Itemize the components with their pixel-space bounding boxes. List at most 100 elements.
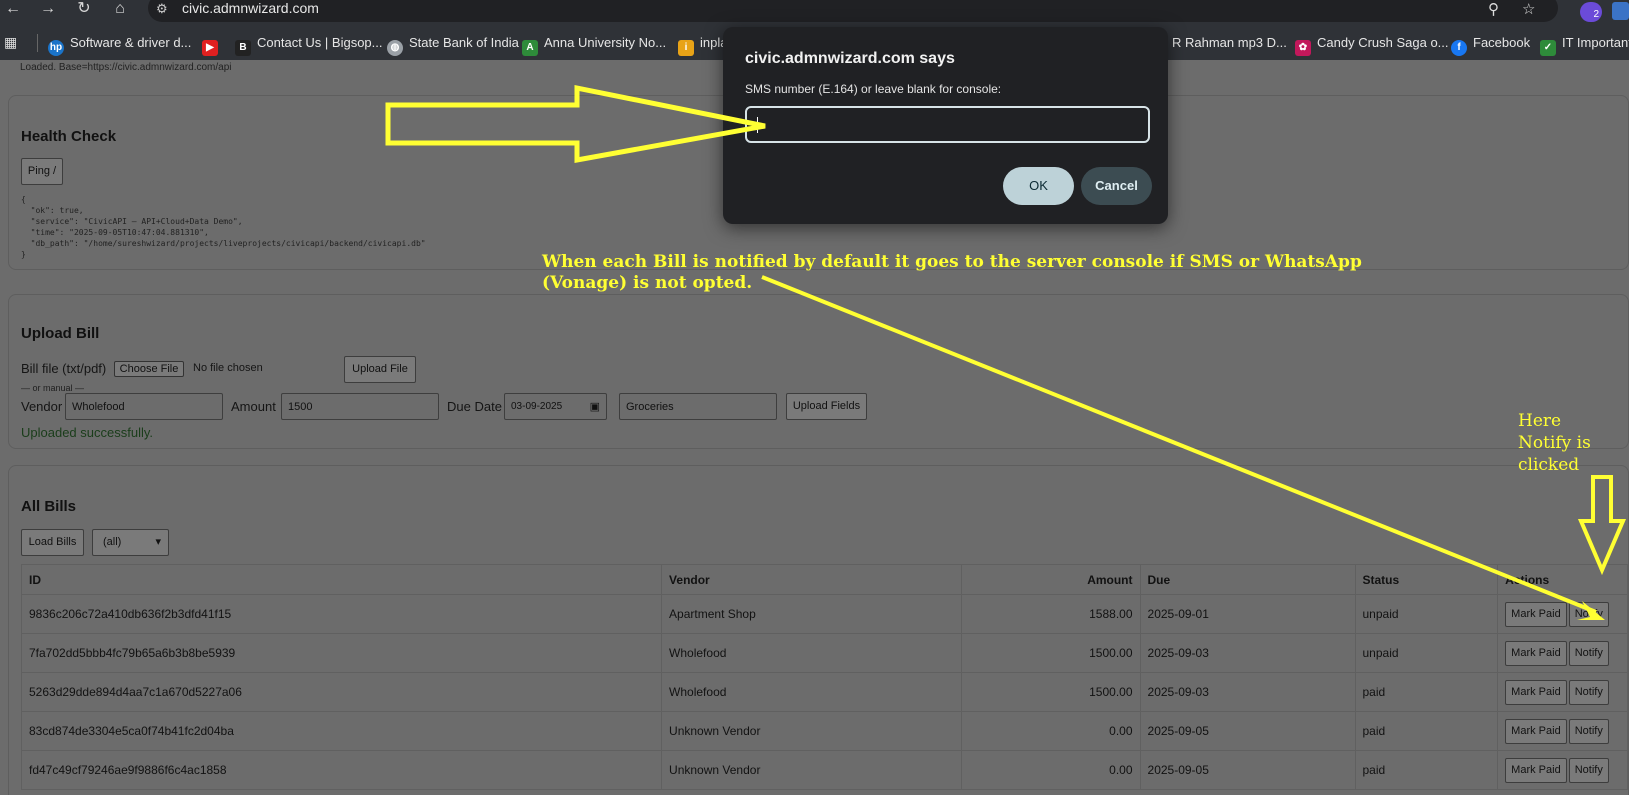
choose-file-button[interactable]: Choose File bbox=[114, 361, 184, 377]
facebook-icon: f bbox=[1451, 40, 1467, 56]
bill-vendor: Unknown Vendor bbox=[661, 711, 963, 751]
anna-icon: A bbox=[522, 40, 538, 56]
inpla-icon: i bbox=[678, 40, 694, 56]
mark-paid-button[interactable]: Mark Paid bbox=[1505, 679, 1567, 705]
bill-due: 2025-09-05 bbox=[1139, 711, 1356, 751]
profile-icon[interactable] bbox=[1612, 2, 1629, 20]
bill-vendor: Unknown Vendor bbox=[661, 750, 963, 790]
home-icon[interactable]: ⌂ bbox=[108, 0, 132, 22]
column-header-vendor: Vendor bbox=[661, 564, 963, 595]
bill-id: 7fa702dd5bbb4fc79b65a6b3b8be5939 bbox=[20, 633, 663, 673]
reload-icon[interactable]: ↻ bbox=[72, 0, 96, 22]
bookmark-label: Contact Us | Bigsop... bbox=[257, 35, 383, 50]
bookmark-label: IT Important bbox=[1562, 35, 1629, 50]
bookmark-hp[interactable]: hp Software & driver d... bbox=[48, 35, 191, 56]
sms-number-input[interactable] bbox=[745, 106, 1150, 143]
star-icon[interactable]: ☆ bbox=[1522, 0, 1535, 18]
ping-button[interactable]: Ping / bbox=[21, 158, 63, 185]
notify-button[interactable]: Notify bbox=[1568, 640, 1609, 666]
annotation-note-line: When each Bill is notified by default it… bbox=[542, 252, 1362, 272]
annotation-here: Here Notify is clicked bbox=[1518, 410, 1591, 476]
health-response: { "ok": true, "service": "CivicAPI – API… bbox=[21, 195, 426, 259]
vendor-input[interactable]: Wholefood bbox=[65, 393, 223, 420]
bill-vendor: Apartment Shop bbox=[661, 594, 963, 634]
bill-status: paid bbox=[1354, 672, 1499, 712]
apps-grid-icon[interactable]: ▦ bbox=[4, 34, 17, 51]
address-bar[interactable]: ⚙ civic.admnwizard.com ⚲ ☆ bbox=[148, 0, 1558, 22]
due-date-label: Due Date bbox=[447, 399, 502, 414]
dialog-message: SMS number (E.164) or leave blank for co… bbox=[745, 82, 1002, 96]
bookmark-sbi[interactable]: ◍ State Bank of India bbox=[387, 35, 519, 56]
forward-icon[interactable]: → bbox=[36, 0, 60, 22]
bill-amount: 1500.00 bbox=[961, 633, 1141, 673]
all-bills-card: All Bills Load Bills (all) ▾ ID Vendor Am… bbox=[8, 465, 1629, 795]
bookmark-label: Anna University No... bbox=[544, 35, 667, 50]
table-row: 83cd874de3304e5ca0f74b41fc2d04ba Unknown … bbox=[20, 711, 1628, 751]
all-bills-title: All Bills bbox=[21, 498, 77, 515]
url-text[interactable]: civic.admnwizard.com bbox=[182, 0, 319, 16]
column-header-due: Due bbox=[1139, 564, 1356, 595]
annotation-note: When each Bill is notified by default it… bbox=[542, 252, 1362, 294]
upload-file-button[interactable]: Upload File bbox=[344, 356, 416, 383]
zoom-icon[interactable]: ⚲ bbox=[1488, 0, 1499, 18]
no-file-text: No file chosen bbox=[193, 362, 263, 374]
bookmark-candy[interactable]: ✿ Candy Crush Saga o... bbox=[1295, 35, 1449, 56]
bill-amount: 0.00 bbox=[961, 750, 1141, 790]
status-filter-select[interactable]: (all) ▾ bbox=[92, 529, 169, 556]
bill-actions: Mark Paid Notify bbox=[1497, 633, 1628, 673]
amount-input[interactable]: 1500 bbox=[281, 393, 439, 420]
bookmark-anna[interactable]: A Anna University No... bbox=[522, 35, 666, 56]
bill-status: paid bbox=[1354, 750, 1499, 790]
due-date-input[interactable]: 03-09-2025 ▣ bbox=[504, 393, 607, 420]
annotation-note-line: (Vonage) is not opted. bbox=[542, 273, 753, 293]
bill-id: 83cd874de3304e5ca0f74b41fc2d04ba bbox=[20, 711, 663, 751]
bookmark-label: Facebook bbox=[1473, 35, 1531, 50]
ok-button[interactable]: OK bbox=[1003, 167, 1074, 205]
amount-label: Amount bbox=[231, 399, 276, 414]
notify-button[interactable]: Notify bbox=[1568, 718, 1609, 744]
mark-paid-button[interactable]: Mark Paid bbox=[1505, 640, 1567, 666]
vendor-label: Vendor bbox=[21, 399, 63, 414]
youtube-icon: ▶ bbox=[202, 40, 218, 56]
bill-vendor: Wholefood bbox=[661, 672, 963, 712]
notify-button[interactable]: Notify bbox=[1568, 679, 1609, 705]
bookmark-facebook[interactable]: f Facebook bbox=[1451, 35, 1530, 56]
column-header-id: ID bbox=[20, 564, 663, 595]
bookmark-youtube[interactable]: ▶ bbox=[202, 35, 224, 56]
status-filter-value: (all) bbox=[103, 536, 122, 548]
back-icon[interactable]: ← bbox=[1, 0, 25, 22]
bookmark-rahman[interactable]: R Rahman mp3 D... bbox=[1172, 35, 1287, 50]
bookmark-label: State Bank of India bbox=[409, 35, 519, 50]
bill-id: fd47c49cf79246ae9f9886f6c4ac1858 bbox=[20, 750, 663, 790]
site-settings-icon[interactable]: ⚙ bbox=[156, 1, 168, 17]
bookmark-bigsop[interactable]: B Contact Us | Bigsop... bbox=[235, 35, 383, 56]
upload-success-message: Uploaded successfully. bbox=[21, 425, 153, 440]
cancel-button[interactable]: Cancel bbox=[1081, 167, 1152, 205]
dialog-title: civic.admnwizard.com says bbox=[745, 50, 955, 67]
table-row: 7fa702dd5bbb4fc79b65a6b3b8be5939 Wholefoo… bbox=[20, 633, 1628, 673]
or-manual-text: — or manual — bbox=[21, 383, 85, 393]
bookmark-inpla[interactable]: i inpla bbox=[678, 35, 727, 56]
table-row: fd47c49cf79246ae9f9886f6c4ac1858 Unknown … bbox=[20, 750, 1628, 790]
upload-fields-button[interactable]: Upload Fields bbox=[786, 393, 867, 420]
notify-button[interactable]: Notify bbox=[1568, 757, 1609, 783]
extension-icon[interactable]: 2 bbox=[1580, 2, 1602, 22]
mark-paid-button[interactable]: Mark Paid bbox=[1505, 757, 1567, 783]
mark-paid-button[interactable]: Mark Paid bbox=[1505, 718, 1567, 744]
calendar-icon[interactable]: ▣ bbox=[590, 400, 600, 413]
category-input[interactable]: Groceries bbox=[619, 393, 777, 420]
globe-icon: ◍ bbox=[387, 40, 403, 56]
load-bills-button[interactable]: Load Bills bbox=[21, 529, 84, 556]
mark-paid-button[interactable]: Mark Paid bbox=[1505, 601, 1567, 627]
bookmark-it[interactable]: ✓ IT Important bbox=[1540, 35, 1629, 56]
bill-amount: 1500.00 bbox=[961, 672, 1141, 712]
bill-file-label: Bill file (txt/pdf) bbox=[21, 361, 107, 376]
due-date-value: 03-09-2025 bbox=[511, 401, 563, 412]
bill-amount: 1588.00 bbox=[961, 594, 1141, 634]
notify-button[interactable]: Notify bbox=[1568, 601, 1609, 627]
bill-due: 2025-09-03 bbox=[1139, 672, 1356, 712]
bill-due: 2025-09-01 bbox=[1139, 594, 1356, 634]
bill-status: unpaid bbox=[1354, 633, 1499, 673]
hp-icon: hp bbox=[48, 40, 64, 56]
bill-id: 9836c206c72a410db636f2b3dfd41f15 bbox=[20, 594, 663, 634]
